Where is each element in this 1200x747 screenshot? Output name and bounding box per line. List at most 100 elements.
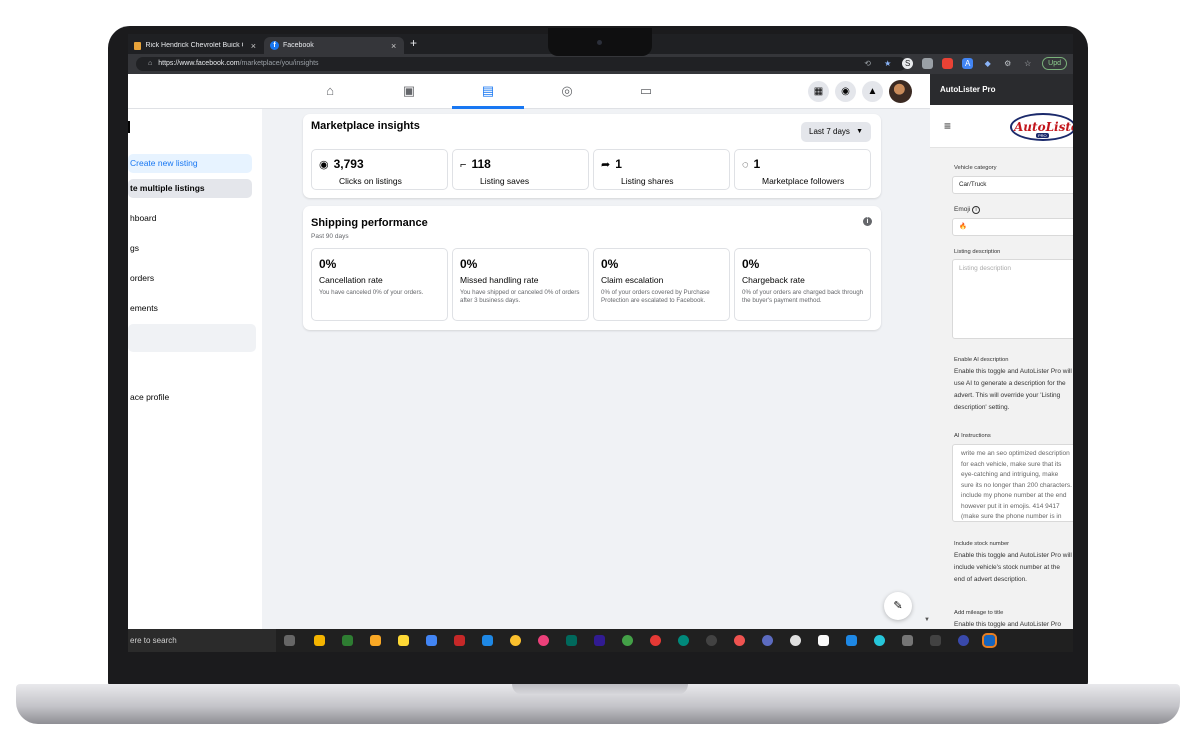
sidebar-item-announcements[interactable]: ements <box>128 299 252 318</box>
taskbar-search[interactable]: ere to search <box>128 629 276 652</box>
extensions-puzzle-icon[interactable]: ⚙ <box>1002 58 1013 69</box>
extension-grid-icon[interactable] <box>922 58 934 69</box>
chrome-icon[interactable] <box>622 635 633 646</box>
mileage-help: Enable this toggle and AutoLister Pro <box>954 621 1061 628</box>
update-button[interactable]: Upd <box>1042 57 1067 70</box>
info-icon: i <box>972 206 981 214</box>
emoji-input[interactable]: 🔥 <box>952 218 1073 236</box>
caret-down-icon: ▼ <box>856 128 863 135</box>
cast-icon[interactable]: ⟲ <box>862 58 873 69</box>
profile-avatar[interactable] <box>889 80 912 103</box>
vehicle-category-label: Vehicle category <box>954 165 997 171</box>
edge-icon[interactable] <box>874 635 885 646</box>
address-bar[interactable]: ⌂ https://www.facebook.com/marketplace/yo… <box>136 57 906 71</box>
browser-toolbar: ⌂ https://www.facebook.com/marketplace/yo… <box>128 54 1073 74</box>
extension-a-icon[interactable]: A <box>962 58 974 69</box>
task-view-icon[interactable] <box>284 635 295 646</box>
extension-s-icon[interactable]: S <box>902 58 914 69</box>
emoji-label: Emoji i <box>954 206 981 214</box>
home-icon[interactable]: ⌂ <box>148 60 152 67</box>
sidebar-item-create-new-listing[interactable]: Create new listing <box>128 154 252 173</box>
sidebar-item-marketplace-profile[interactable]: ace profile <box>128 388 252 407</box>
app-icon[interactable] <box>454 635 465 646</box>
logo-text: AutoLister <box>1014 120 1073 134</box>
ai-instructions-textarea[interactable]: write me an seo optimized description fo… <box>952 444 1073 522</box>
marketplace-sidebar: Create new listing te multiple listings … <box>128 109 262 629</box>
groups-icon[interactable]: ◎ <box>559 83 575 99</box>
app-icon[interactable] <box>398 635 409 646</box>
sidebar-item-insights[interactable] <box>128 324 256 352</box>
metric-value: 0% <box>319 257 337 271</box>
photoshop-icon[interactable] <box>566 635 577 646</box>
stat-label: Clicks on listings <box>339 176 402 186</box>
gaming-icon[interactable]: ▭ <box>638 83 654 99</box>
sidebar-title-fragment <box>128 121 130 133</box>
listing-description-textarea[interactable]: Listing description <box>952 259 1073 339</box>
chrome-icon[interactable] <box>426 635 437 646</box>
bookmark-star-icon[interactable]: ★ <box>882 58 893 69</box>
extension-blue-icon[interactable]: ◆ <box>982 58 993 69</box>
gmail-icon[interactable] <box>818 635 829 646</box>
listing-description-label: Listing description <box>954 249 1001 255</box>
chrome-icon[interactable] <box>734 635 745 646</box>
stat-followers: ◌ 1 Marketplace followers <box>734 149 871 190</box>
sidebar-item-listings[interactable]: gs <box>128 239 252 258</box>
ai-instructions-text: write me an seo optimized description fo… <box>961 450 1072 520</box>
date-range-dropdown[interactable]: Last 7 days ▼ <box>801 122 871 142</box>
premiere-icon[interactable] <box>594 635 605 646</box>
notifications-bell-icon[interactable]: ▲ <box>862 81 883 102</box>
hamburger-menu-icon[interactable]: ≡ <box>944 119 951 133</box>
app-icon[interactable] <box>846 635 857 646</box>
metric-missed-handling-rate: 0% Missed handling rate You have shipped… <box>452 248 589 321</box>
new-tab-button[interactable]: + <box>410 36 417 50</box>
app-icon[interactable] <box>790 635 801 646</box>
browser-tab-facebook[interactable]: f Facebook × <box>264 37 404 54</box>
messenger-icon[interactable]: ◉ <box>835 81 856 102</box>
outlook-icon[interactable] <box>982 633 997 648</box>
close-tab-icon[interactable]: × <box>391 41 396 51</box>
favorites-icon[interactable]: ☆ <box>1022 58 1033 69</box>
stat-clicks: ◉ 3,793 Clicks on listings <box>311 149 448 190</box>
browser-tab-rick-hendrick[interactable]: Rick Hendrick Chevrolet Buick Gi × <box>128 37 262 54</box>
eye-icon: ◉ <box>319 159 329 171</box>
app-icon[interactable] <box>706 635 717 646</box>
metric-description: You have canceled 0% of your orders. <box>319 289 424 296</box>
camera-icon <box>597 40 602 45</box>
vehicle-category-select[interactable]: Car/Truck <box>952 176 1073 194</box>
metric-claim-escalation: 0% Claim escalation 0% of your orders co… <box>593 248 730 321</box>
menu-grid-icon[interactable]: ▦ <box>808 81 829 102</box>
url-host: https://www.facebook.com <box>158 60 240 67</box>
home-icon[interactable]: ⌂ <box>322 83 338 99</box>
app-icon[interactable] <box>902 635 913 646</box>
chrome-icon[interactable] <box>650 635 661 646</box>
app-icon[interactable] <box>482 635 493 646</box>
metric-label: Missed handling rate <box>460 275 539 285</box>
extension-red-icon[interactable] <box>942 58 954 69</box>
app-icon[interactable] <box>930 635 941 646</box>
app-icon[interactable] <box>342 635 353 646</box>
page-scrollbar[interactable] <box>923 109 930 629</box>
file-explorer-icon[interactable] <box>370 635 381 646</box>
app-icon[interactable] <box>762 635 773 646</box>
video-icon[interactable]: ▣ <box>401 83 417 99</box>
sidebar-item-orders[interactable]: orders <box>128 269 252 288</box>
metric-chargeback-rate: 0% Chargeback rate 0% of your orders are… <box>734 248 871 321</box>
info-icon[interactable]: i <box>863 217 872 226</box>
chrome-icon[interactable] <box>678 635 689 646</box>
stat-value: ➦ 1 <box>601 157 622 171</box>
mileage-label: Add mileage to title <box>954 610 1004 616</box>
sidebar-item-dashboard[interactable]: hboard <box>128 209 252 228</box>
compose-message-button[interactable]: ✎ <box>884 592 912 620</box>
app-icon[interactable] <box>538 635 549 646</box>
tab-label: Facebook <box>283 42 314 49</box>
stat-label: Listing saves <box>480 176 530 186</box>
zoom-icon[interactable] <box>958 635 969 646</box>
autolister-form: Vehicle category Car/Truck Emoji i 🔥 Lis… <box>930 148 1073 629</box>
insights-title: Marketplace insights <box>311 120 420 132</box>
marketplace-icon[interactable]: ▤ <box>480 83 496 99</box>
sidebar-item-create-multiple-listings[interactable]: te multiple listings <box>128 179 252 198</box>
close-tab-icon[interactable]: × <box>251 41 256 51</box>
app-icon[interactable] <box>314 635 325 646</box>
chrome-icon[interactable] <box>510 635 521 646</box>
windows-taskbar: ere to search <box>128 629 1073 652</box>
